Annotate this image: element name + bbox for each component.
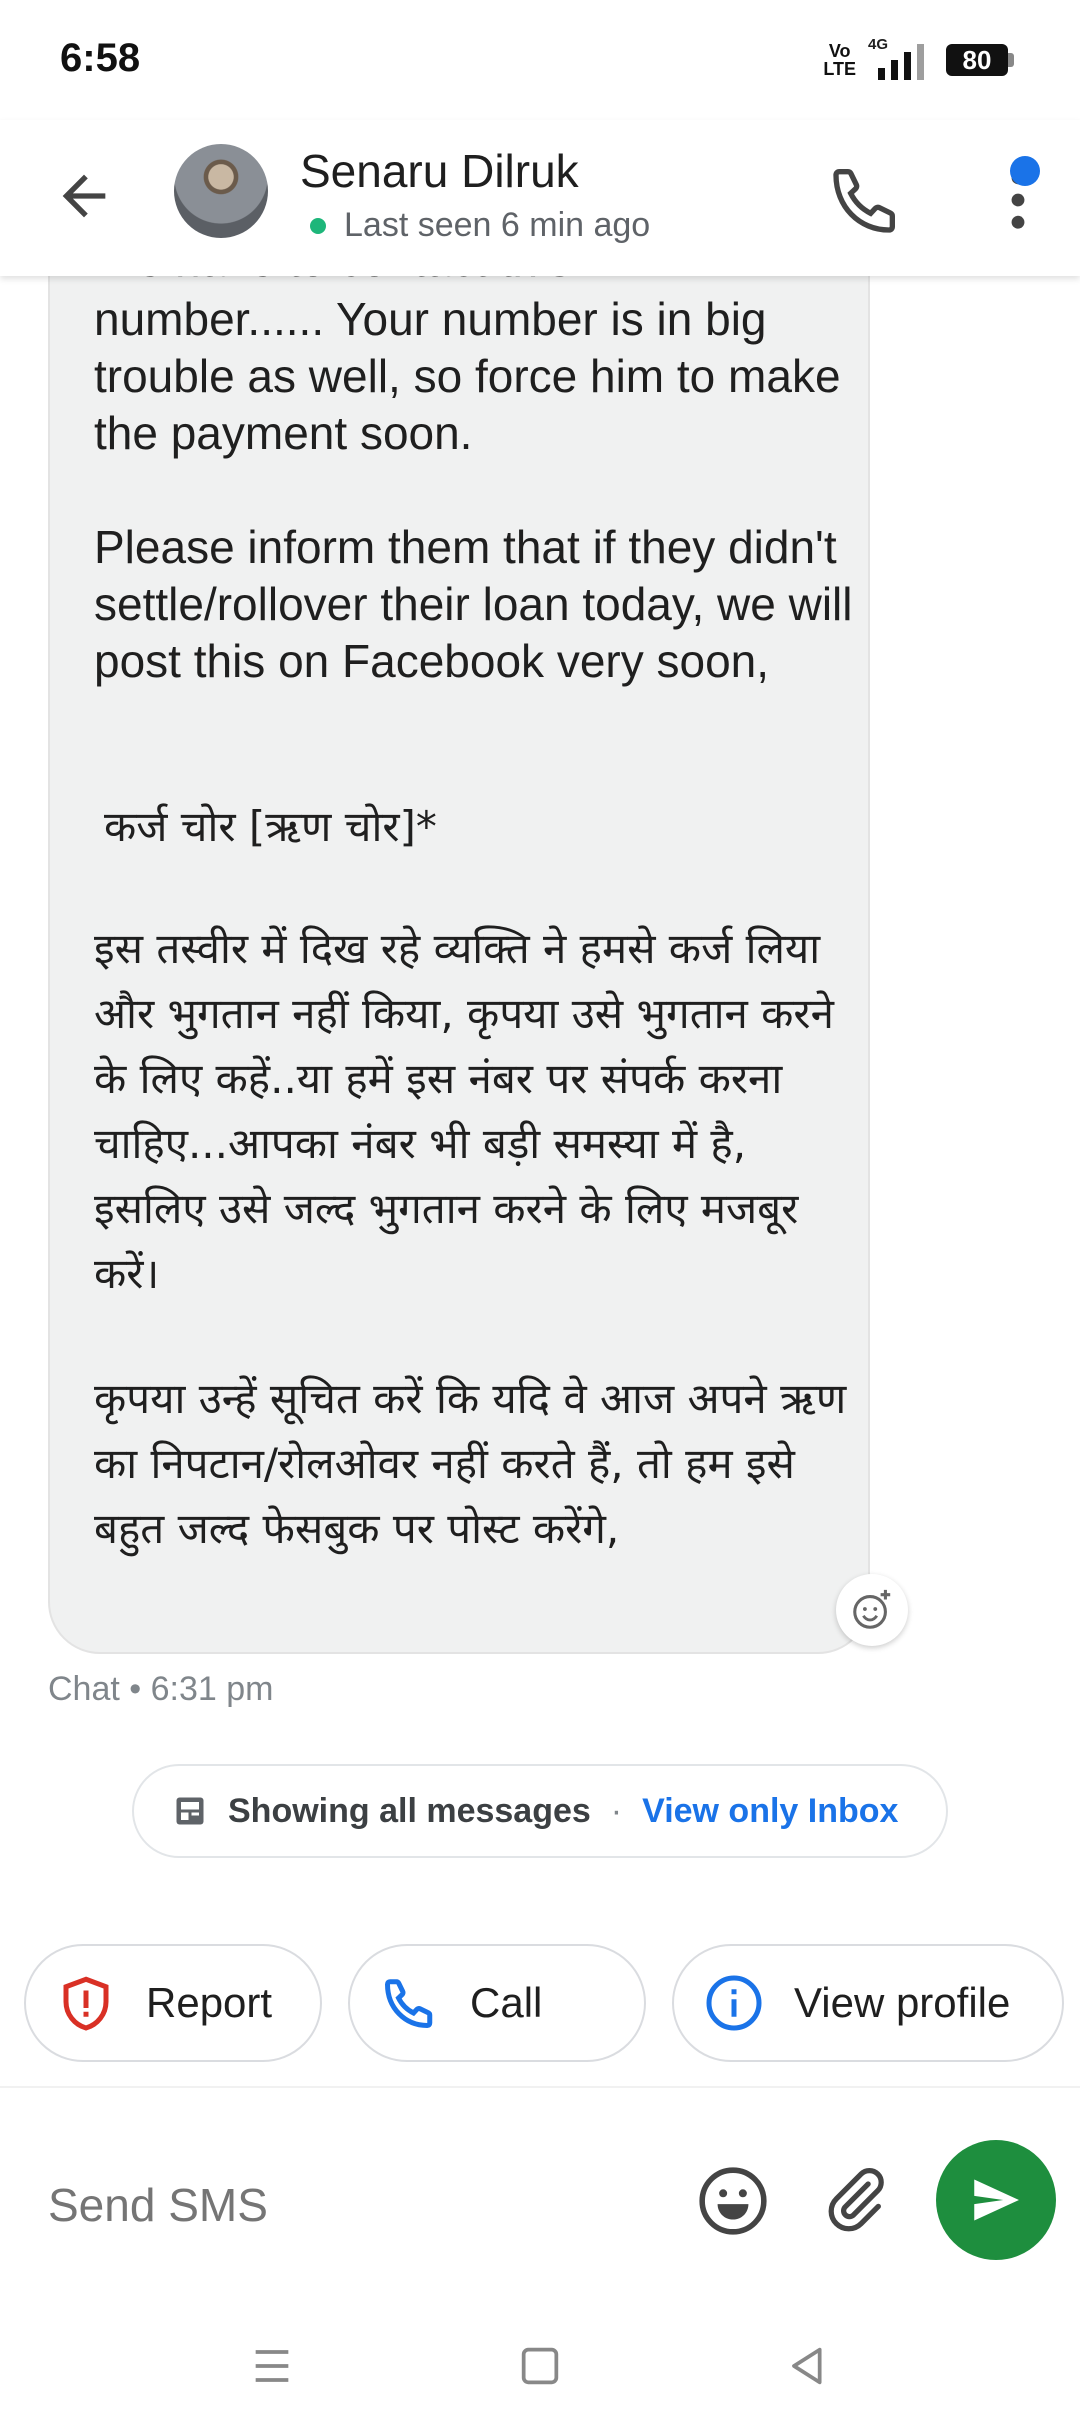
view-profile-button[interactable]: View profile [672,1944,1064,2062]
recent-apps-button[interactable] [244,2338,300,2394]
message-paragraph: number...... Your number is in big troub… [94,293,854,459]
network-type: 4G [868,36,889,53]
call-label: Call [470,1979,543,2026]
message-paragraph: कृपया उन्हें सूचित करें कि यदि वे आज अपन… [94,1374,860,1553]
call-chip-button[interactable]: Call [348,1944,646,2062]
last-seen-status: Last seen 6 min ago [310,206,650,245]
online-status-dot [310,217,326,234]
message-paragraph: कर्ज चोर [ऋण चोर]* [104,802,437,851]
message-line-partial: We have to contact this [94,276,571,289]
volte-bottom: LTE [823,59,856,79]
phone-icon [384,1979,433,2029]
signal-icon: 4G [868,36,924,80]
info-icon [706,1975,762,2031]
showing-all-messages-label: Showing all messages [228,1791,591,1830]
back-button[interactable] [52,164,116,228]
last-seen-text: Last seen 6 min ago [344,206,651,244]
back-nav-button[interactable] [780,2338,836,2394]
message-list[interactable]: We have to contact this number...... You… [0,276,1080,2086]
conversation-header: Senaru Dilruk Last seen 6 min ago [0,120,1080,276]
arrow-back-icon [62,174,106,218]
suggested-actions: Report Call View profile [24,1944,1080,2062]
add-reaction-button[interactable] [836,1574,908,1646]
volte-icon: Vo LTE [823,42,856,78]
message-timestamp: Chat • 6:31 pm [48,1670,274,1708]
status-icons: Vo LTE 4G 80 [823,36,1014,80]
phone-icon [833,169,895,233]
avatar[interactable] [174,144,268,238]
separator-dot: · [610,1791,623,1830]
menu-lines-icon [255,2350,289,2382]
system-navigation-bar [0,2316,1080,2412]
view-profile-label: View profile [794,1979,1011,2026]
message-paragraph: Please inform them that if they didn't s… [94,521,853,687]
notification-badge [1010,156,1040,186]
send-icon [974,2179,1019,2221]
report-label: Report [146,1979,273,2026]
report-shield-icon [63,1976,109,2031]
paperclip-icon [828,2167,884,2232]
message-filter-banner: Showing all messages · View only Inbox [132,1764,948,1858]
message-paragraph: इस तस्वीर में दिख रहे व्यक्ति ने हमसे कर… [94,924,848,1298]
add-reaction-icon [853,1589,891,1629]
contact-name[interactable]: Senaru Dilruk [300,144,579,198]
status-time: 6:58 [60,36,141,80]
home-button[interactable] [512,2338,568,2394]
inbox-icon [176,1797,204,1825]
volte-top: Vo [828,41,851,61]
call-button[interactable] [826,160,906,240]
send-button[interactable] [936,2140,1056,2260]
attach-button[interactable] [820,2162,890,2238]
message-input[interactable] [48,2178,648,2232]
status-bar: 6:58 Vo LTE 4G 80 [0,0,1080,120]
view-only-inbox-link[interactable]: View only Inbox [642,1792,898,1831]
compose-bar [0,2086,1080,2316]
home-square-icon [521,2347,559,2385]
battery-icon: 80 [946,44,1014,76]
back-triangle-icon [792,2347,822,2385]
battery-level: 80 [946,44,1008,76]
report-button[interactable]: Report [24,1944,322,2062]
emoji-button[interactable] [696,2164,770,2238]
emoji-icon [699,2167,767,2235]
